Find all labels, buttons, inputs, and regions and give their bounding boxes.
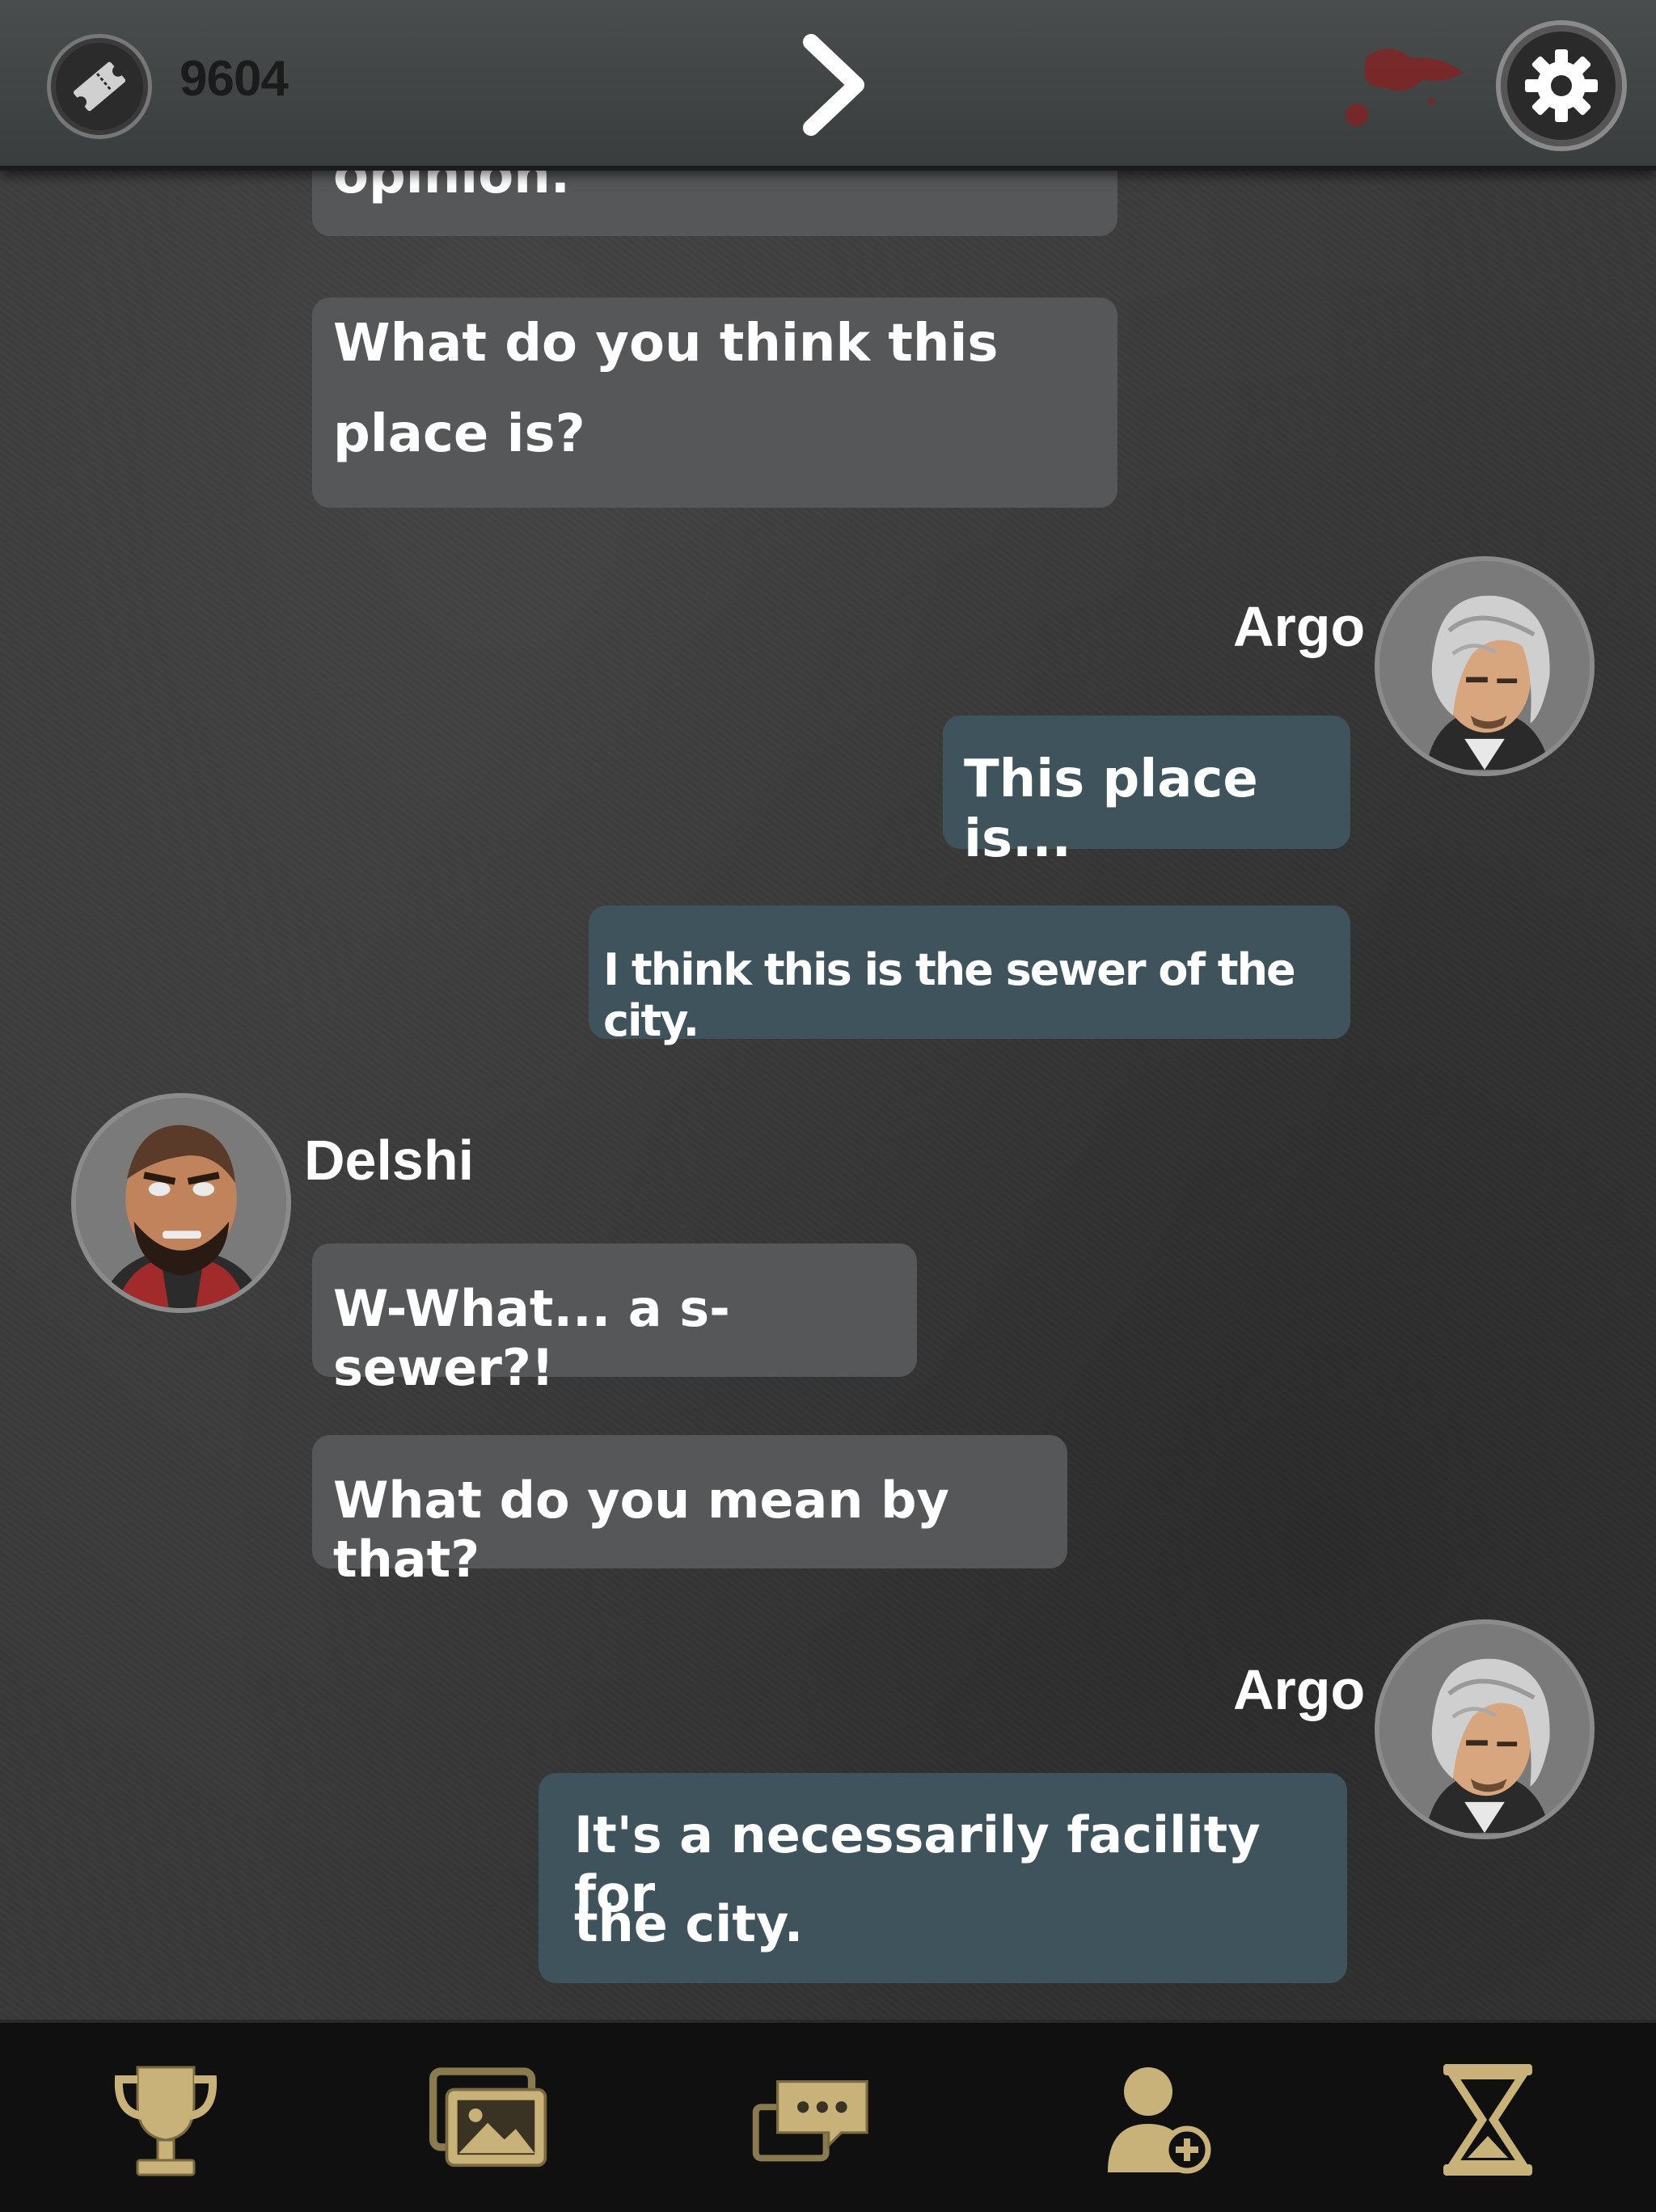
speaker-name: Argo xyxy=(1233,595,1366,658)
add-contact-icon xyxy=(1108,2067,1211,2174)
message-text-line: What do you think this xyxy=(333,314,999,374)
chevron-right-icon xyxy=(803,34,864,136)
next-button[interactable] xyxy=(788,24,877,146)
top-bar: 9604 xyxy=(0,0,1656,171)
hourglass-icon xyxy=(1443,2064,1532,2176)
argo-portrait xyxy=(1379,561,1590,771)
delshi-avatar[interactable] xyxy=(71,1093,291,1313)
message-bubble: I think this is the sewer of the city. xyxy=(589,905,1350,1046)
speaker-name: Delshi xyxy=(304,1129,475,1192)
nav-chat[interactable] xyxy=(752,2059,873,2180)
nav-gallery[interactable] xyxy=(429,2059,550,2180)
bottom-nav xyxy=(0,2020,1656,2212)
ticket-button[interactable] xyxy=(47,34,152,139)
gallery-icon xyxy=(429,2067,547,2168)
nav-hourglass[interactable] xyxy=(1427,2059,1548,2180)
message-bubble: This place is... xyxy=(943,716,1350,869)
ticket-count: 9604 xyxy=(180,51,289,107)
trophy-icon xyxy=(114,2066,218,2176)
message-text: This place is... xyxy=(964,749,1258,869)
message-bubble: W-What... a s-sewer?! xyxy=(312,1243,917,1397)
message-text-line: the city. xyxy=(574,1894,804,1953)
nav-trophy[interactable] xyxy=(105,2059,226,2180)
message-text: W-What... a s-sewer?! xyxy=(333,1279,730,1397)
speaker-name: Argo xyxy=(1233,1658,1366,1721)
argo-portrait xyxy=(1379,1624,1590,1834)
message-bubble: What do you think this place is? xyxy=(312,298,1117,508)
message-bubble: What do you mean by that? xyxy=(312,1435,1067,1589)
ticket-icon xyxy=(73,61,126,112)
message-text: I think this is the sewer of the city. xyxy=(603,944,1296,1046)
argo-avatar[interactable] xyxy=(1375,1619,1595,1839)
message-text-line: place is? xyxy=(333,404,585,464)
settings-button[interactable] xyxy=(1496,20,1627,151)
message-text: What do you mean by that? xyxy=(333,1471,949,1589)
blood-splatter xyxy=(1346,49,1464,126)
nav-add-contact[interactable] xyxy=(1100,2059,1221,2180)
argo-avatar[interactable] xyxy=(1375,556,1595,776)
gear-icon xyxy=(1525,49,1598,122)
chat-icon xyxy=(752,2080,868,2162)
delshi-portrait xyxy=(76,1098,286,1308)
chat-background: 9604 opinion. What do you think this pla… xyxy=(0,0,1656,2212)
message-bubble: It's a necessarily facility for the city… xyxy=(539,1773,1347,1983)
